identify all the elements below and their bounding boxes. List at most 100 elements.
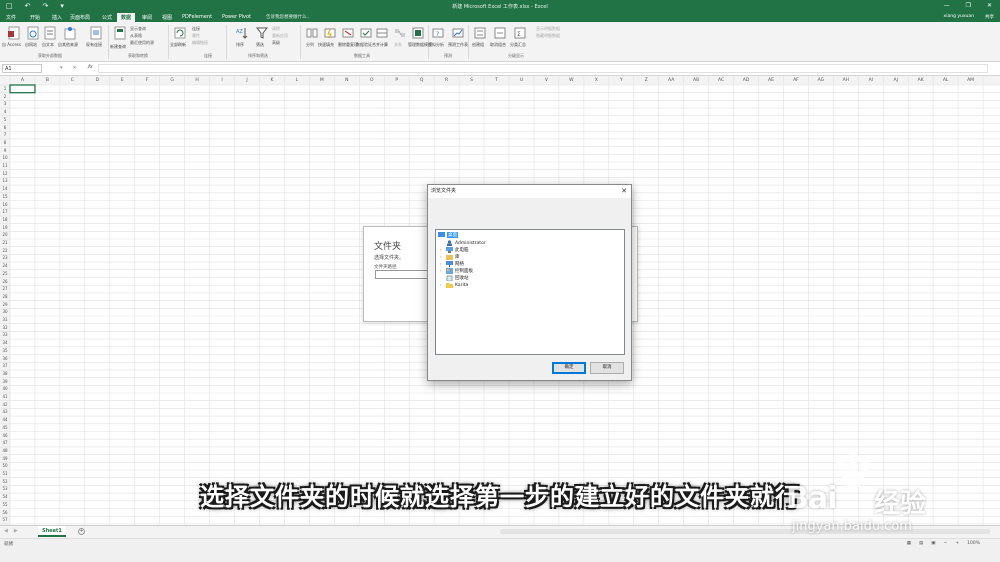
row-header-22[interactable]: 22 [0, 247, 10, 254]
row-header-51[interactable]: 51 [0, 470, 10, 477]
row-header-14[interactable]: 14 [0, 185, 10, 192]
column-header-b[interactable]: B [35, 76, 60, 85]
minimize-icon[interactable]: — [944, 2, 950, 9]
folder-tree[interactable]: 桌面 Administrator › 此电脑 › 库 › 网络 › 控制面板 回… [435, 229, 625, 355]
column-header-g[interactable]: G [160, 76, 185, 85]
column-header-f[interactable]: F [135, 76, 160, 85]
row-header-24[interactable]: 24 [0, 262, 10, 269]
row-header-1[interactable]: 1 [0, 85, 10, 92]
web-icon[interactable] [25, 25, 41, 41]
tab-view[interactable]: 视图 [162, 14, 172, 21]
row-header-36[interactable]: 36 [0, 355, 10, 362]
share-button[interactable]: 共享 [985, 14, 994, 20]
filter-icon[interactable] [254, 25, 270, 41]
row-header-33[interactable]: 33 [0, 331, 10, 338]
column-header-ag[interactable]: AG [808, 76, 833, 85]
column-header-e[interactable]: E [110, 76, 135, 85]
row-header-35[interactable]: 35 [0, 347, 10, 354]
column-header-ab[interactable]: AB [684, 76, 709, 85]
prev-sheet-icon[interactable]: ◀ [4, 528, 8, 534]
row-header-49[interactable]: 49 [0, 455, 10, 462]
row-header-23[interactable]: 23 [0, 254, 10, 261]
row-header-20[interactable]: 20 [0, 231, 10, 238]
row-header-15[interactable]: 15 [0, 193, 10, 200]
ungroup-icon[interactable] [492, 25, 508, 41]
row-header-44[interactable]: 44 [0, 416, 10, 423]
expand-chevron-icon[interactable]: › [440, 282, 442, 287]
show-queries-button[interactable]: 显示查询 [130, 26, 146, 32]
relation-icon[interactable] [392, 25, 408, 41]
text-icon[interactable] [42, 25, 58, 41]
row-header-47[interactable]: 47 [0, 439, 10, 446]
row-header-28[interactable]: 28 [0, 293, 10, 300]
column-header-s[interactable]: S [459, 76, 484, 85]
group-icon[interactable] [472, 25, 488, 41]
tree-item-desktop[interactable]: 桌面 [438, 232, 458, 238]
next-sheet-icon[interactable]: ▶ [14, 528, 18, 534]
row-header-37[interactable]: 37 [0, 362, 10, 369]
row-header-43[interactable]: 43 [0, 408, 10, 415]
expand-chevron-icon[interactable]: › [440, 268, 442, 273]
connection-icon[interactable] [88, 25, 104, 41]
expand-chevron-icon[interactable]: › [440, 254, 442, 259]
row-header-32[interactable]: 32 [0, 324, 10, 331]
row-header-27[interactable]: 27 [0, 285, 10, 292]
sheet-tab-sheet1[interactable]: Sheet1 [38, 526, 66, 537]
formula-input[interactable] [98, 64, 988, 73]
row-header-21[interactable]: 21 [0, 239, 10, 246]
column-header-w[interactable]: W [559, 76, 584, 85]
remove-dup-icon[interactable] [340, 25, 356, 41]
new-query-icon[interactable] [112, 25, 128, 41]
row-header-6[interactable]: 6 [0, 124, 10, 131]
row-header-57[interactable]: 57 [0, 516, 10, 523]
tree-item-karita[interactable]: Karita [446, 282, 468, 288]
column-header-l[interactable]: L [284, 76, 309, 85]
advanced-filter-button[interactable]: 高级 [272, 40, 280, 46]
other-source-icon[interactable] [62, 25, 78, 41]
tab-formulas[interactable]: 公式 [102, 14, 112, 21]
column-header-ad[interactable]: AD [734, 76, 759, 85]
properties-button[interactable]: 属性 [192, 33, 200, 39]
row-header-26[interactable]: 26 [0, 278, 10, 285]
column-header-d[interactable]: D [85, 76, 110, 85]
column-header-h[interactable]: H [185, 76, 210, 85]
tab-file[interactable]: 文件 [6, 14, 16, 21]
column-header-ae[interactable]: AE [759, 76, 784, 85]
tree-item-this-pc[interactable]: 此电脑 [446, 247, 469, 253]
column-header-t[interactable]: T [484, 76, 509, 85]
column-header-m[interactable]: M [309, 76, 334, 85]
column-header-am[interactable]: AM [958, 76, 983, 85]
tree-item-control-panel[interactable]: 控制面板 [446, 268, 473, 274]
row-header-5[interactable]: 5 [0, 116, 10, 123]
tree-item-recycle-bin[interactable]: 回收站 [446, 275, 469, 281]
whatif-icon[interactable]: ? [430, 25, 446, 41]
reapply-button[interactable]: 重新应用 [272, 33, 288, 39]
row-header-9[interactable]: 9 [0, 147, 10, 154]
column-header-aj[interactable]: AJ [883, 76, 908, 85]
row-header-11[interactable]: 11 [0, 162, 10, 169]
split-icon[interactable] [304, 25, 320, 41]
row-header-34[interactable]: 34 [0, 339, 10, 346]
row-header-4[interactable]: 4 [0, 108, 10, 115]
row-header-29[interactable]: 29 [0, 301, 10, 308]
column-header-af[interactable]: AF [783, 76, 808, 85]
name-box[interactable]: A1 [2, 64, 42, 73]
cancel-entry-icon[interactable]: ✕ [73, 65, 77, 71]
expand-chevron-icon[interactable]: › [440, 247, 442, 252]
from-table-button[interactable]: 从表格 [130, 33, 142, 39]
column-header-ac[interactable]: AC [709, 76, 734, 85]
tab-home[interactable]: 开始 [30, 14, 40, 21]
row-header-10[interactable]: 10 [0, 154, 10, 161]
column-header-ah[interactable]: AH [833, 76, 858, 85]
consolidate-icon[interactable] [374, 25, 390, 41]
column-header-i[interactable]: I [210, 76, 235, 85]
column-header-k[interactable]: K [260, 76, 285, 85]
flash-fill-icon[interactable] [322, 25, 338, 41]
sort-icon[interactable]: AZ [234, 25, 250, 41]
tab-page-layout[interactable]: 页面布局 [70, 14, 90, 21]
tab-power-pivot[interactable]: Power Pivot [222, 14, 251, 20]
dialog-close-icon[interactable]: ✕ [621, 185, 627, 198]
column-header-v[interactable]: V [534, 76, 559, 85]
column-header-n[interactable]: N [334, 76, 359, 85]
tab-data[interactable]: 数据 [117, 13, 136, 22]
